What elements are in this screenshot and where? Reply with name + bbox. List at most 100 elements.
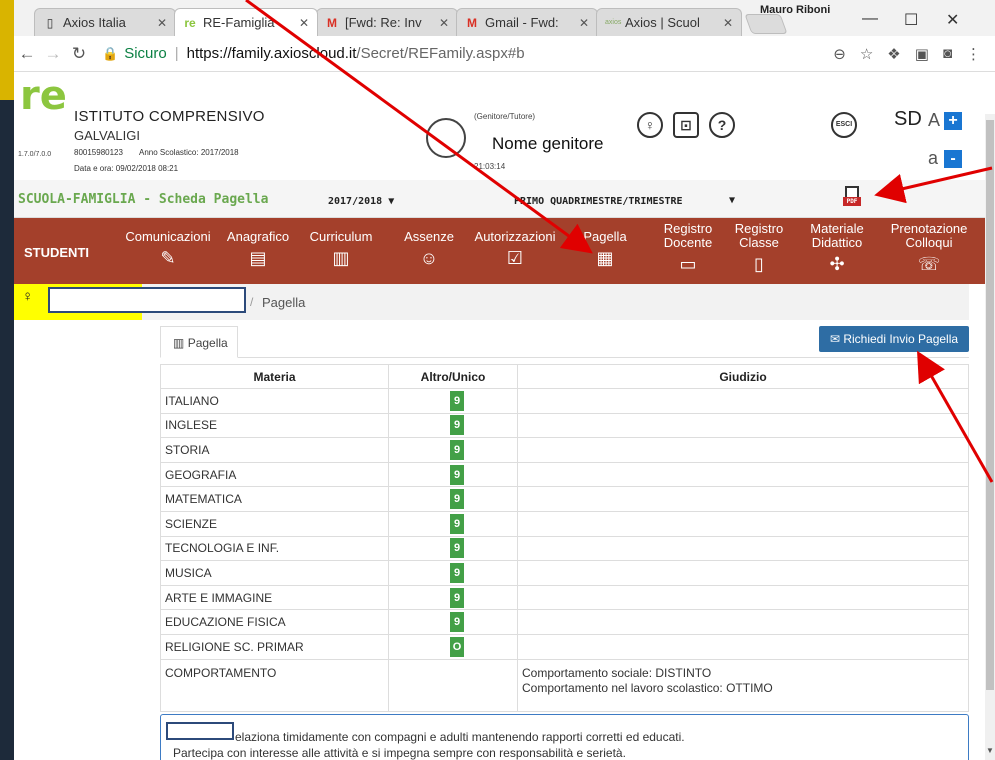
font-decrease-button[interactable]: - [944,150,962,168]
close-tab-icon[interactable]: ✕ [433,16,449,30]
page-icon: ▯ [46,15,54,30]
close-tab-icon[interactable]: ✕ [573,16,589,30]
pdf-label: PDF [843,197,861,206]
scrollbar-thumb[interactable] [986,120,994,690]
help-icon[interactable]: ? [709,112,735,138]
report-card-icon: ▦ [596,248,614,268]
re-logo-icon: re [184,15,196,30]
shopping-extension-icon[interactable]: ▣ [915,45,929,63]
lock-icon[interactable]: ⊡ [673,112,699,138]
nav-item-registro-classe[interactable]: Registro Classe ▯ [726,221,792,275]
font-increase-button[interactable]: + [944,112,962,130]
comment-line-2: Partecipa con interesse alle attività e … [173,746,626,760]
teaching-material-icon: ✣ [829,254,845,274]
tab-label: [Fwd: Re: Inv [345,15,422,30]
forward-arrow-icon[interactable]: → [40,44,66,64]
bookmark-star-icon[interactable]: ☆ [860,45,873,63]
grade-cell: 9 [388,510,518,537]
period-dropdown-caret-icon[interactable]: ▼ [729,195,735,206]
new-tab-button[interactable] [744,14,788,34]
grade-cell: O [388,633,518,660]
subject-cell: SCIENZE [160,510,389,537]
comment-line-1: elaziona timidamente con compagni e adul… [235,730,685,744]
scroll-down-arrow-icon[interactable]: ▼ [986,746,994,755]
grade-badge: 9 [450,513,464,534]
grade-badge: 9 [450,464,464,485]
dropbox-extension-icon[interactable]: ❖ [887,45,900,63]
nav-item-prenotazione-colloqui[interactable]: Prenotazione Colloqui ☏ [876,221,982,275]
parent-avatar[interactable] [426,118,466,158]
table-header-row: Materia Altro/Unico Giudizio [160,364,969,389]
column-header-altro-unico: Altro/Unico [388,364,518,389]
close-tab-icon[interactable]: ✕ [151,16,167,30]
desktop-background-strip [0,0,14,760]
maximize-icon[interactable]: ☐ [904,10,918,30]
grade-badge: 9 [450,587,464,608]
reload-icon[interactable]: ↻ [66,44,92,64]
nav-label: Prenotazione [890,221,968,236]
nav-label: Pagella [583,229,627,244]
teacher-comment: elaziona timidamente con compagni e adul… [160,714,969,760]
browser-user-name[interactable]: Mauro Riboni [760,4,830,16]
nav-label: Curriculum [309,229,373,244]
app-header: re 1.7.0/7.0.0 ISTITUTO COMPRENSIVO GALV… [14,72,985,180]
page-subheader: SCUOLA-FAMIGLIA - Scheda Pagella 2017/20… [14,180,985,218]
logout-icon[interactable]: ESCI [831,112,857,138]
nav-label-2: Docente [663,235,713,250]
judgement-cell [517,486,969,512]
lightbulb-extension-icon[interactable]: ◙ [943,45,952,63]
session-time: 21:03:14 [474,162,506,171]
nav-item-comunicazioni[interactable]: Comunicazioni ✎ [116,230,220,269]
tab-pagella[interactable]: ▥ Pagella [160,326,238,358]
period-selector[interactable]: PRIMO QUADRIMESTRE/TRIMESTRE [514,196,683,207]
table-row: TECNOLOGIA E INF. 9 [160,535,969,562]
parent-name: Nome genitore [472,122,650,154]
nav-item-pagella[interactable]: Pagella ▦ [574,229,636,269]
request-button-label: Richiedi Invio Pagella [843,332,959,346]
zoom-icon[interactable]: ⊖ [833,45,846,63]
nav-item-assenze[interactable]: Assenze ☺ [398,230,460,269]
browser-menu-icon[interactable]: ⋮ [966,45,981,63]
browser-tab-axios-scuola[interactable]: axios Axios | Scuol ✕ [596,8,742,36]
nav-item-anagrafico[interactable]: Anagrafico ▤ [218,229,298,269]
nav-label-2: Classe [739,235,779,250]
browser-tab-gmail[interactable]: M Gmail - Fwd: ✕ [456,8,598,36]
close-tab-icon[interactable]: ✕ [293,16,309,30]
grade-cell: 9 [388,412,518,439]
tab-label: Axios Italia [63,15,126,30]
school-year-selector[interactable]: 2017/2018 ▼ [328,196,394,207]
pdf-export-icon[interactable]: PDF [840,186,862,208]
font-size-large-label: A [928,110,941,130]
grade-cell: 9 [388,461,518,488]
app-version: 1.7.0/7.0.0 [18,151,52,158]
browser-tab-fwd-inv[interactable]: M [Fwd: Re: Inv ✕ [316,8,458,36]
nav-label: Registro [734,221,784,236]
nav-label: Anagrafico [226,229,290,244]
url-field[interactable]: 🔒 Sicuro | https://family.axioscloud.it … [102,45,525,62]
close-window-icon[interactable]: ✕ [946,10,959,30]
grade-cell [388,658,518,712]
browser-tab-re-famiglia[interactable]: re RE-Famiglia ✕ [174,8,318,36]
nav-label: Registro [663,221,713,236]
column-header-materia: Materia [160,364,389,389]
browser-tab-axios-italia[interactable]: ▯ Axios Italia ✕ [34,8,176,36]
female-student-icon: ♀ [22,288,34,305]
subject-cell: MATEMATICA [160,486,389,512]
back-arrow-icon[interactable]: ← [14,44,40,64]
table-row: EDUCAZIONE FISICA 9 [160,609,969,635]
nav-item-registro-docente[interactable]: Registro Docente ▭ [654,221,722,275]
close-tab-icon[interactable]: ✕ [717,16,733,30]
nav-item-materiale-didattico[interactable]: Materiale Didattico ✣ [800,222,874,275]
nav-item-autorizzazioni[interactable]: Autorizzazioni ☑ [460,230,570,269]
minimize-icon[interactable]: — [862,10,878,28]
behaviour-social: Comportamento sociale: DISTINTO [522,665,712,680]
grade-cell: 9 [388,609,518,635]
judgement-cell [517,560,969,586]
tab-pagella-label: Pagella [187,336,228,350]
lightbulb-icon[interactable]: ♀ [637,112,663,138]
url-separator: | [174,45,179,62]
judgement-cell [517,412,969,439]
nav-item-curriculum[interactable]: Curriculum ▥ [302,229,380,269]
grade-badge: 9 [450,415,464,436]
request-report-card-button[interactable]: ✉ Richiedi Invio Pagella [819,326,969,352]
